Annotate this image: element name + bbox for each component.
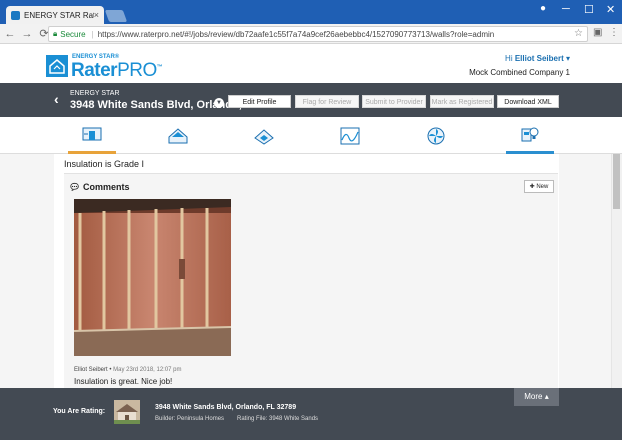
menu-kebab-icon[interactable]: ⋮: [609, 27, 619, 38]
minimize-button[interactable]: ─: [562, 3, 570, 15]
download-xml-button[interactable]: Download XML: [497, 95, 559, 108]
tab-title: ENERGY STAR RaterPRO: [24, 10, 94, 20]
comments-card: 💬︎ Comments ✚ New Elliot Seibert • May 2…: [64, 173, 558, 388]
address-bar[interactable]: 🔒︎ Secure | https://www.raterpro.net/#!/…: [48, 26, 588, 42]
new-tab-button[interactable]: [104, 10, 128, 22]
plus-icon: ✚: [529, 184, 535, 190]
section-tabs: [0, 117, 622, 154]
company-name: Mock Combined Company 1: [469, 68, 570, 77]
user-menu[interactable]: Hi Elliot Seibert ▾ Mock Combined Compan…: [469, 54, 570, 77]
footer-address: 3948 White Sands Blvd, Orlando, FL 32789: [155, 404, 297, 411]
address-separator: |: [91, 29, 94, 39]
mark-registered-button[interactable]: Mark as Registered: [430, 95, 494, 108]
favicon-icon: [11, 10, 20, 20]
blower-door-icon: [82, 127, 102, 141]
rating-label: You Are Rating:: [53, 408, 106, 415]
raterpro-logo: RaterPRO™: [71, 60, 163, 81]
new-comment-button[interactable]: ✚ New: [524, 180, 554, 193]
user-name[interactable]: Elliot Seibert: [515, 54, 564, 63]
secure-label: Secure: [60, 29, 86, 39]
program-label: ENERGY STAR: [70, 90, 120, 97]
comment-author: Elliot Seibert: [74, 367, 108, 373]
profile-icon[interactable]: ●: [540, 3, 546, 14]
walls-floor-icon: [254, 128, 274, 145]
comment-meta: Elliot Seibert • May 23rd 2018, 12:07 pm: [74, 367, 182, 373]
flag-review-button[interactable]: Flag for Review: [295, 95, 359, 108]
bookmark-star-icon[interactable]: ☆: [574, 28, 583, 39]
fan-icon: [427, 127, 445, 144]
browser-titlebar: ENERGY STAR RaterPRO × ● ─ ☐ ✕: [0, 0, 622, 24]
comment-bubble-icon: 💬︎: [69, 182, 81, 192]
edit-profile-button[interactable]: Edit Profile: [228, 95, 291, 108]
duct-test-graph-icon: [340, 127, 360, 144]
chevron-down-icon[interactable]: ▾: [566, 54, 570, 63]
comments-heading: 💬︎ Comments: [69, 182, 130, 192]
tab-close-icon[interactable]: ×: [94, 10, 99, 20]
forward-arrow-icon[interactable]: →: [20, 28, 34, 40]
back-arrow-icon[interactable]: ←: [3, 28, 17, 40]
caret-up-icon: ▴: [544, 392, 549, 401]
submit-provider-button[interactable]: Submit to Provider: [362, 95, 426, 108]
roof-attic-icon: [168, 127, 188, 143]
comment-date: May 23rd 2018, 12:07 pm: [113, 367, 182, 373]
lock-icon: 🔒︎: [53, 29, 58, 38]
browser-tab[interactable]: ENERGY STAR RaterPRO ×: [6, 6, 104, 24]
tab-duct-test[interactable]: [326, 117, 374, 154]
insulation-grade-text: Insulation is Grade I: [64, 159, 145, 169]
more-button[interactable]: More ▴: [514, 388, 559, 406]
close-window-button[interactable]: ✕: [606, 3, 615, 16]
browser-toolbar: ← → ⟳ 🔒︎ Secure | https://www.raterpro.n…: [0, 24, 622, 44]
extension-icon[interactable]: ▣: [593, 27, 602, 38]
comment-text: Insulation is great. Nice job!: [74, 377, 173, 386]
scrollbar-thumb[interactable]: [613, 154, 620, 209]
footer-bar: You Are Rating: 3948 White Sands Blvd, O…: [0, 388, 622, 440]
greeting: Hi: [505, 54, 513, 63]
address-dropdown-icon[interactable]: ▼: [214, 98, 224, 108]
footer-rating-file: Rating File: 3948 White Sands: [237, 416, 319, 422]
tab-roof-attic[interactable]: [154, 117, 202, 154]
tab-walls-floor[interactable]: [240, 117, 288, 154]
url-text: https://www.raterpro.net/#!/jobs/review/…: [97, 29, 495, 39]
tab-blower-door[interactable]: [68, 117, 116, 154]
maximize-button[interactable]: ☐: [584, 3, 594, 16]
house-thumbnail: [114, 400, 140, 424]
app-header: ENERGY STAR® RaterPRO™ Hi Elliot Seibert…: [0, 45, 622, 83]
tab-hvac-fan[interactable]: [412, 117, 460, 154]
lightbulb-appliance-icon: [521, 127, 539, 142]
insulation-photo[interactable]: [74, 199, 231, 356]
energy-star-logo-icon: [46, 55, 68, 77]
job-bar: ‹ ENERGY STAR 3948 White Sands Blvd, Orl…: [0, 83, 622, 117]
back-chevron-icon[interactable]: ‹: [54, 91, 59, 107]
tab-lighting-appliances[interactable]: [506, 117, 554, 154]
footer-builder: Builder: Peninsula Homes: [155, 416, 225, 422]
